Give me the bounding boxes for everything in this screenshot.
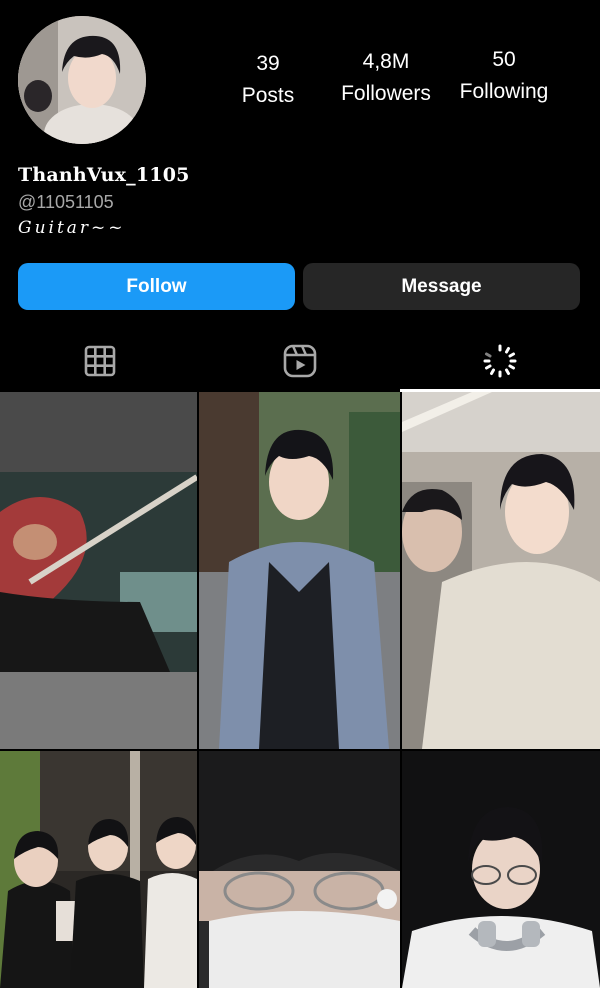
boy-with-headphones-photo [402, 751, 600, 988]
posts-label: Posts [241, 84, 295, 107]
posts-grid [0, 392, 600, 988]
avatar-photo [18, 16, 146, 144]
following-stat[interactable]: 50 Following [454, 48, 554, 104]
display-name: ThanhVux_1105 [18, 164, 190, 186]
grid-icon [84, 345, 116, 377]
boy-with-glasses-closeup-photo [199, 751, 400, 988]
posts-stat[interactable]: 39 Posts [238, 52, 298, 108]
post-tile[interactable] [402, 751, 600, 988]
followers-stat[interactable]: 4,8M Followers [336, 50, 436, 106]
loading-spinner-icon [483, 344, 517, 378]
post-tile[interactable] [402, 392, 600, 749]
group-photo [0, 751, 197, 988]
post-tile[interactable] [0, 751, 197, 988]
boy-in-jacket-photo [199, 392, 400, 749]
reels-icon [283, 344, 317, 378]
profile-tabs [0, 330, 600, 392]
post-tile[interactable] [0, 392, 197, 749]
bass-guitar-photo [0, 392, 197, 749]
following-label: Following [459, 80, 549, 103]
follow-button[interactable]: Follow [18, 263, 295, 310]
profile-page: 39 Posts 4,8M Followers 50 Following Tha… [0, 0, 600, 988]
profile-stats: 39 Posts 4,8M Followers 50 Following [218, 46, 578, 116]
bio-text: Guitar~~ [18, 218, 126, 238]
profile-avatar[interactable] [18, 16, 146, 144]
followers-count: 4,8M [362, 50, 410, 73]
following-count: 50 [492, 48, 516, 71]
posts-count: 39 [256, 52, 280, 75]
post-tile[interactable] [199, 751, 400, 988]
tab-reels[interactable] [200, 330, 400, 392]
boy-in-hoodie-photo [402, 392, 600, 749]
user-handle: @11051105 [18, 192, 114, 212]
followers-label: Followers [341, 82, 431, 105]
tab-posts-grid[interactable] [0, 330, 200, 392]
post-tile[interactable] [199, 392, 400, 749]
message-button[interactable]: Message [303, 263, 580, 310]
tab-tagged[interactable] [400, 330, 600, 392]
